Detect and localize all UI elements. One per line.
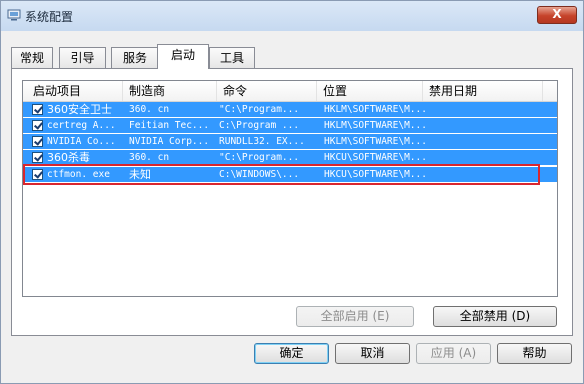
window-title: 系统配置 [25, 10, 74, 24]
tab-tools[interactable]: 工具 [209, 47, 255, 68]
cell-location: HKLM\SOFTWARE\M... [324, 136, 427, 147]
row-checkbox[interactable] [32, 152, 43, 163]
tab-startup[interactable]: 启动 [157, 44, 209, 69]
row-checkbox[interactable] [32, 169, 43, 180]
close-button[interactable]: X [537, 6, 577, 24]
table-row[interactable]: 360杀毒 360. cn "C:\Program... HKCU\SOFTWA… [23, 150, 557, 165]
cancel-button[interactable]: 取消 [335, 343, 410, 364]
tab-general[interactable]: 常规 [11, 47, 53, 68]
table-row[interactable]: certreg A... Feitian Tec... C:\Program .… [23, 118, 557, 133]
cell-item: ctfmon. exe [47, 169, 110, 180]
column-header-item[interactable]: 启动项目 [23, 81, 123, 101]
tab-services[interactable]: 服务 [111, 47, 159, 68]
row-checkbox[interactable] [32, 136, 43, 147]
apply-button[interactable]: 应用 (A) [416, 343, 491, 364]
tab-bar: 常规 引导 服务 启动 工具 [11, 44, 571, 69]
cell-command: "C:\Program... [219, 152, 300, 163]
table-row[interactable]: ctfmon. exe 未知 C:\WINDOWS\... HKCU\SOFTW… [23, 167, 557, 182]
column-header-command[interactable]: 命令 [217, 81, 317, 101]
cell-disable-date [429, 134, 539, 149]
cell-maker: NVIDIA Corp... [129, 136, 210, 147]
cell-command: RUNDLL32. EX... [219, 136, 305, 147]
cell-item: 360安全卫士 [47, 103, 112, 116]
cell-disable-date [429, 118, 539, 133]
cell-item: NVIDIA Co... [47, 136, 116, 147]
cell-location: HKCU\SOFTWARE\M... [324, 169, 427, 180]
ok-button[interactable]: 确定 [254, 343, 329, 364]
startup-list[interactable]: 启动项目 制造商 命令 位置 禁用日期 360安全卫士 360. cn "C:\… [22, 80, 558, 297]
system-config-window: 系统配置 X 常规 引导 服务 启动 工具 启动项目 制造商 命令 位置 禁用日… [0, 0, 584, 384]
enable-all-button[interactable]: 全部启用 (E) [296, 306, 414, 327]
cell-location: HKCU\SOFTWARE\M... [324, 152, 427, 163]
cell-command: "C:\Program... [219, 104, 300, 115]
column-header-location[interactable]: 位置 [317, 81, 423, 101]
disable-all-button[interactable]: 全部禁用 (D) [433, 306, 557, 327]
column-header-maker[interactable]: 制造商 [123, 81, 217, 101]
system-config-icon [7, 9, 21, 21]
cell-maker: 360. cn [129, 152, 170, 163]
cell-item: certreg A... [47, 120, 116, 131]
help-button[interactable]: 帮助 [497, 343, 572, 364]
cell-maker: 未知 [129, 168, 151, 181]
cell-disable-date [429, 102, 539, 117]
list-header: 启动项目 制造商 命令 位置 禁用日期 [23, 81, 557, 102]
cell-command: C:\Program ... [219, 120, 300, 131]
cell-item: 360杀毒 [47, 151, 90, 164]
title-bar[interactable]: 系统配置 X [1, 1, 583, 31]
cell-maker: Feitian Tec... [129, 120, 210, 131]
row-checkbox[interactable] [32, 104, 43, 115]
cell-disable-date [429, 150, 539, 165]
table-row[interactable]: NVIDIA Co... NVIDIA Corp... RUNDLL32. EX… [23, 134, 557, 149]
column-header-disable-date[interactable]: 禁用日期 [423, 81, 543, 101]
cell-disable-date [429, 167, 539, 182]
cell-location: HKLM\SOFTWARE\M... [324, 104, 427, 115]
table-row[interactable]: 360安全卫士 360. cn "C:\Program... HKLM\SOFT… [23, 102, 557, 117]
tab-boot[interactable]: 引导 [59, 47, 106, 68]
cell-command: C:\WINDOWS\... [219, 169, 300, 180]
cell-maker: 360. cn [129, 104, 170, 115]
cell-location: HKLM\SOFTWARE\M... [324, 120, 427, 131]
close-icon: X [552, 7, 562, 21]
row-checkbox[interactable] [32, 120, 43, 131]
